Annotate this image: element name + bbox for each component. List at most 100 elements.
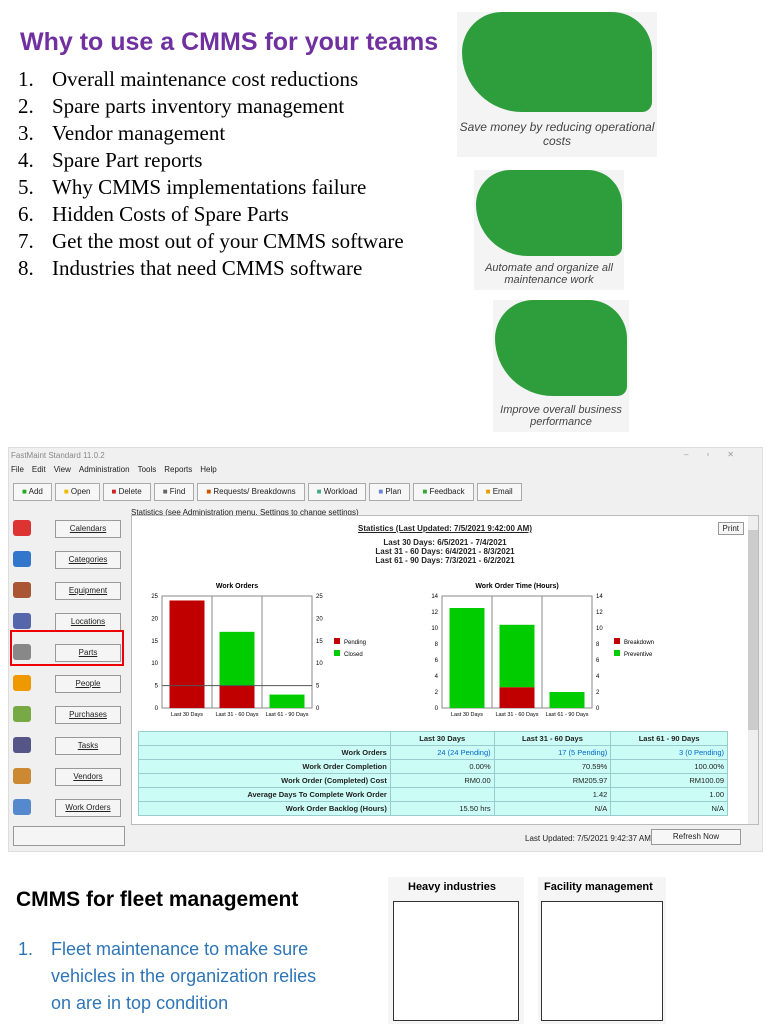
table-row: Work Orders 24 (24 Pending) 17 (5 Pending)… — [138, 745, 728, 760]
table-cell: 1.00 — [610, 787, 728, 802]
toolbar: ■ Add ■ Open ■ Delete ■ Find ■ Requests/ Bre… — [13, 483, 522, 501]
menu-item[interactable]: Administration — [79, 465, 130, 474]
date-ranges: Last 30 Days: 6/5/2021 - 7/4/2021 Last 31… — [132, 538, 758, 565]
sidebar-item[interactable]: Work Orders — [55, 799, 121, 817]
table-row: Work Order (Completed) Cost RM0.00 RM205.9… — [138, 773, 728, 788]
print-button[interactable]: Print — [717, 522, 744, 535]
sidebar-item[interactable]: Purchases — [55, 706, 121, 724]
y-tick-label-right: 15 — [316, 639, 323, 645]
card-caption: Improve overall business performance — [500, 404, 622, 428]
legend-label: Closed — [344, 652, 363, 658]
y-tick-label-right: 6 — [596, 658, 600, 664]
table-cell: N/A — [493, 801, 612, 816]
toolbar-icon: ■ — [111, 487, 119, 496]
toolbar-button[interactable]: ■ Email — [476, 483, 522, 501]
toolbar-button[interactable]: ■ Delete — [102, 483, 151, 501]
menu-item[interactable]: View — [54, 465, 71, 474]
fleet-heading: CMMS for fleet management — [16, 888, 299, 911]
toolbar-button[interactable]: ■ Open — [54, 483, 100, 501]
bar-closed — [269, 694, 305, 708]
column-header: Last 31 - 60 Days — [493, 731, 612, 746]
sidebar-item[interactable]: Locations — [55, 613, 121, 631]
menu-item[interactable]: Help — [200, 465, 216, 474]
y-tick-label: 25 — [151, 594, 158, 600]
y-tick-label-right: 2 — [596, 690, 600, 696]
table-cell: Work Orders — [138, 745, 391, 760]
y-tick-label: 12 — [431, 610, 438, 616]
card-save-money: Save money by reducing operational costs — [457, 12, 657, 157]
statistics-panel: Statistics (Last Updated: 7/5/2021 9:42:… — [131, 515, 759, 825]
bar-pending — [169, 600, 205, 708]
toolbar-button[interactable]: ■ Plan — [369, 483, 411, 501]
y-tick-label-right: 14 — [596, 594, 603, 600]
y-tick-label: 0 — [155, 706, 159, 712]
refresh-now-button[interactable]: Refresh Now — [651, 829, 741, 845]
sidebar-icon — [13, 706, 31, 722]
sidebar-item[interactable]: Tasks — [55, 737, 121, 755]
card-title: Facility management — [544, 881, 653, 893]
y-tick-label: 2 — [435, 690, 439, 696]
list-item: 4. Spare Part reports — [18, 148, 203, 172]
y-tick-label: 6 — [435, 658, 439, 664]
sidebar-item[interactable]: Calendars — [55, 520, 121, 538]
stats-title: Statistics (Last Updated: 7/5/2021 9:42:… — [358, 524, 532, 533]
legend-label: Preventive — [624, 652, 653, 658]
table-cell: 70.59% — [493, 759, 612, 774]
column-header: Last 61 - 90 Days — [610, 731, 728, 746]
dashboard-illustration — [476, 170, 622, 256]
table-cell: RM100.09 — [610, 773, 728, 788]
menu-item[interactable]: Reports — [164, 465, 192, 474]
column-header: Last 30 Days — [389, 731, 495, 746]
toolbar-button[interactable]: ■ Add — [13, 483, 52, 501]
toolbar-button[interactable]: ■ Find — [153, 483, 195, 501]
toolbar-button[interactable]: ■ Workload — [307, 483, 367, 501]
list-item: 6. Hidden Costs of Spare Parts — [18, 202, 289, 226]
window-controls[interactable]: –▫✕ — [684, 450, 752, 459]
parts-highlight — [10, 630, 124, 666]
toolbar-icon: ■ — [316, 487, 324, 496]
toolbar-icon: ■ — [485, 487, 493, 496]
table-row: Work Order Completion 0.00% 70.59% 100.00% — [138, 759, 728, 774]
y-tick-label: 8 — [435, 642, 439, 648]
table-cell: 1.42 — [493, 787, 612, 802]
y-tick-label: 14 — [431, 594, 438, 600]
fastmaint-window: FastMaint Standard 11.0.2 –▫✕ File Edit Vi… — [8, 447, 763, 852]
table-cell: N/A — [610, 801, 728, 816]
sidebar-item[interactable]: Categories — [55, 551, 121, 569]
scrollbar[interactable] — [748, 516, 758, 824]
list-item: 2. Spare parts inventory management — [18, 94, 345, 118]
toolbar-button[interactable]: ■ Requests/ Breakdowns — [197, 483, 305, 501]
sidebar-item[interactable]: Equipment — [55, 582, 121, 600]
menu-item[interactable]: Edit — [32, 465, 46, 474]
legend-swatch — [334, 650, 340, 656]
x-tick-label: Last 31 - 60 Days — [215, 712, 258, 718]
menu-item[interactable]: Tools — [138, 465, 157, 474]
table-cell[interactable]: 24 (24 Pending) — [389, 745, 495, 760]
toolbar-icon: ■ — [162, 487, 170, 496]
y-tick-label-right: 4 — [596, 674, 600, 680]
list-item: 3. Vendor management — [18, 121, 226, 145]
sidebar-icon — [13, 551, 31, 567]
factory-robot-illustration — [393, 901, 519, 1021]
table-cell[interactable]: 17 (5 Pending) — [493, 745, 612, 760]
table-cell: Work Order Backlog (Hours) — [138, 801, 391, 816]
table-row: Work Order Backlog (Hours) 15.50 hrs N/A N/… — [138, 801, 728, 816]
legend-swatch — [614, 638, 620, 644]
table-cell: Work Order (Completed) Cost — [138, 773, 391, 788]
y-tick-label-right: 5 — [316, 684, 320, 690]
y-tick-label: 10 — [151, 661, 158, 667]
y-tick-label: 10 — [431, 626, 438, 632]
table-cell[interactable]: 3 (0 Pending) — [610, 745, 728, 760]
toolbar-icon: ■ — [422, 487, 430, 496]
menu-item[interactable]: File — [11, 465, 24, 474]
bar-preventive — [499, 624, 535, 688]
menu-bar: File Edit View Administration Tools Reports He… — [11, 465, 225, 474]
list-item: 1. Overall maintenance cost reductions — [18, 67, 359, 91]
date-range: Last 61 - 90 Days: 7/3/2021 - 6/2/2021 — [375, 556, 515, 565]
toolbar-button[interactable]: ■ Feedback — [413, 483, 474, 501]
statistics-button-frame — [13, 826, 125, 846]
sidebar-item[interactable]: Vendors — [55, 768, 121, 786]
sidebar-item[interactable]: People — [55, 675, 121, 693]
card-caption: Automate and organize all maintenance wo… — [485, 262, 613, 286]
list-item: 5. Why CMMS implementations failure — [18, 175, 367, 199]
